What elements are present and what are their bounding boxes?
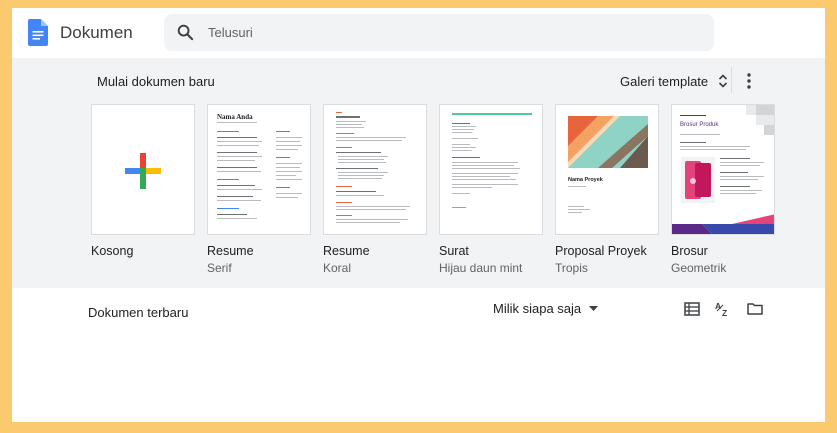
doc-heading: Brosur Produk [680,122,719,128]
template-name: Kosong [91,244,134,258]
unfold-icon [719,74,728,88]
template-letter-mint[interactable]: Surat Hijau daun mint [439,104,543,275]
sort-az-icon[interactable]: A Z [714,300,732,318]
template-name: Brosur [671,244,708,258]
template-subtitle: Koral [323,261,352,275]
template-gallery-button[interactable]: Galeri template [612,69,736,93]
template-subtitle: Geometrik [671,261,727,275]
template-gallery-label: Galeri template [620,73,709,89]
caret-down-icon [589,305,599,311]
app-frame: Dokumen Mulai dokumen baru Galeri templa… [12,8,825,422]
app-title[interactable]: Dokumen [60,23,133,43]
template-thumbnail[interactable]: Nama Anda [207,104,311,235]
template-subtitle: Serif [207,261,232,275]
gallery-title: Mulai dokumen baru [97,74,215,89]
search-input[interactable] [208,22,688,42]
owner-filter-dropdown[interactable]: Milik siapa saja [493,301,599,316]
template-thumbnail[interactable]: Nama Proyek [555,104,659,235]
template-subtitle: Tropis [555,261,588,275]
template-resume-serif[interactable]: Nama Anda Resume Serif [207,104,311,275]
recent-documents-title: Dokumen terbaru [88,305,189,320]
template-thumbnail[interactable] [439,104,543,235]
doc-heading: Nama Proyek [568,177,603,183]
template-thumbnail[interactable] [91,104,195,235]
template-thumbnail[interactable] [323,104,427,235]
tropical-cover-image [568,116,648,168]
doc-heading: Nama Anda [217,113,253,121]
search-bar[interactable] [164,14,714,51]
svg-text:Z: Z [722,308,727,318]
template-name: Resume [207,244,254,258]
template-name: Surat [439,244,469,258]
docs-logo-icon[interactable] [28,19,48,46]
template-subtitle: Hijau daun mint [439,261,523,275]
template-name: Proposal Proyek [555,244,647,258]
template-name: Resume [323,244,370,258]
template-proposal-tropical[interactable]: Nama Proyek Proposal Proyek Tropis [555,104,659,275]
template-gallery: Mulai dokumen baru Galeri template Koson… [12,58,825,288]
geometric-footer-image [672,214,774,234]
folder-icon[interactable] [746,300,764,318]
search-icon[interactable] [177,24,194,41]
phone-image [681,157,715,203]
geometric-corner-image [746,105,774,135]
template-blank[interactable]: Kosong [91,104,195,261]
more-vert-icon[interactable] [743,71,755,91]
toolbar-divider [731,67,732,93]
owner-filter-label: Milik siapa saja [493,301,582,316]
template-brochure-geometric[interactable]: Brosur Produk Brosur Geometrik [671,104,775,275]
list-view-icon[interactable] [683,300,701,318]
header: Dokumen [12,8,825,58]
plus-icon [125,153,161,189]
template-resume-coral[interactable]: Resume Koral [323,104,427,275]
template-thumbnail[interactable]: Brosur Produk [671,104,775,235]
